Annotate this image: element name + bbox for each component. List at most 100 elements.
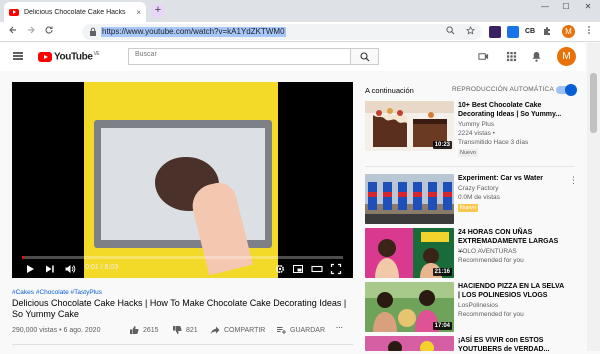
share-arrow-icon [211, 326, 220, 334]
video-views: Recommended for you [458, 311, 524, 318]
recommended-video[interactable]: Experiment: Car vs Water ⋮ Crazy Factory… [365, 174, 578, 224]
new-badge: Nuevo [458, 204, 478, 212]
extension-purple-icon[interactable] [489, 26, 501, 38]
video-title: Delicious Chocolate Cake Hacks | How To … [12, 298, 347, 319]
video-title: Experiment: Car vs Water [458, 175, 543, 182]
video-thumbnail[interactable] [365, 336, 454, 351]
video-title: 10+ Best Chocolate Cake Decorating Ideas… [458, 102, 562, 118]
url-text[interactable]: https://www.youtube.com/watch?v=kA1YdZKT… [101, 27, 286, 37]
save-label: GUARDAR [290, 326, 326, 334]
browser-profile-avatar[interactable]: M [562, 25, 575, 38]
play-icon[interactable] [24, 263, 36, 275]
channel-name[interactable]: Crazy Factory [458, 185, 498, 192]
youtube-logo-text[interactable]: YouTubeVE [54, 51, 100, 62]
channel-name[interactable]: YOLO AVENTURAS [458, 248, 517, 255]
theater-mode-icon[interactable] [311, 263, 323, 275]
window-maximize-button[interactable]: ☐ [556, 0, 576, 14]
scrollbar-thumb[interactable] [590, 73, 597, 133]
video-duration: 17:04 [432, 322, 452, 330]
save-playlist-icon [277, 327, 286, 334]
fullscreen-icon[interactable] [330, 263, 342, 275]
autoplay-toggle-knob [565, 84, 577, 96]
channel-name[interactable]: Yummy Plus [458, 121, 494, 128]
more-actions-button[interactable]: ··· [336, 325, 343, 332]
more-options-icon[interactable]: ⋮ [569, 176, 578, 185]
dislike-count: 821 [186, 326, 198, 334]
extension-cb-icon[interactable]: CB [524, 26, 536, 38]
new-badge: Nuevo [458, 149, 478, 157]
browser-menu-icon[interactable] [582, 25, 596, 39]
region-code: VE [93, 51, 100, 57]
video-title: HACIENDO PIZZA EN LA SELVA | LOS POLINES… [458, 283, 564, 299]
recommended-video[interactable]: 17:04 HACIENDO PIZZA EN LA SELVA | LOS P… [365, 282, 575, 332]
youtube-logo-icon[interactable] [38, 52, 52, 62]
player-controls: 0:01 / 6:03 [12, 260, 353, 278]
youtube-search-input[interactable] [135, 51, 335, 58]
youtube-search-box[interactable] [128, 48, 351, 65]
create-video-icon[interactable] [478, 51, 489, 62]
thumbs-down-icon [173, 326, 182, 334]
volume-icon[interactable] [64, 263, 76, 275]
lock-icon [90, 27, 96, 36]
reload-icon[interactable] [42, 25, 56, 39]
video-progress-fill [22, 256, 24, 259]
stream-info: Transmitido Hace 3 días [458, 139, 529, 146]
window-close-button[interactable]: ✕ [578, 0, 598, 14]
thumbs-up-icon [130, 326, 139, 334]
dislike-button[interactable]: 821 [172, 325, 198, 335]
video-thumbnail[interactable]: 21:16 [365, 228, 454, 278]
browser-tab-active[interactable]: Delicious Chocolate Cake Hacks × [4, 2, 146, 22]
video-thumbnail[interactable]: 17:04 [365, 282, 454, 332]
youtube-account-avatar[interactable]: M [557, 47, 576, 66]
video-player[interactable]: 0:01 / 6:03 [12, 82, 353, 278]
tab-close-button[interactable]: × [136, 8, 141, 17]
video-title: ¡ASÍ ES VIVIR con ESTOS YOUTUBERS de VER… [458, 337, 550, 353]
new-tab-button[interactable]: + [151, 4, 165, 18]
next-video-icon[interactable] [44, 263, 56, 275]
recommended-video[interactable]: ¡ASÍ ES VIVIR con ESTOS YOUTUBERS de VER… [365, 336, 575, 353]
search-icon[interactable] [446, 26, 455, 37]
video-views: Recommended for you [458, 257, 524, 264]
browser-toolbar: https://www.youtube.com/watch?v=kA1YdZKT… [0, 22, 600, 42]
video-thumbnail[interactable] [365, 174, 454, 224]
share-label: COMPARTIR [224, 326, 266, 334]
video-views-date: 290,000 vistas • 6 ago. 2020 [12, 327, 101, 334]
recommended-video[interactable]: 21:16 24 HORAS CON UÑAS EXTREMADAMENTE L… [365, 228, 575, 278]
autoplay-toggle[interactable] [556, 84, 577, 96]
extension-cast-icon[interactable] [507, 26, 519, 38]
video-hashtags[interactable]: #Cakes #Chocolate #TastyPlus [12, 289, 102, 296]
settings-gear-icon[interactable] [274, 263, 286, 275]
forward-arrow-icon[interactable] [24, 25, 38, 39]
window-minimize-button[interactable]: — [535, 0, 555, 14]
video-progress-bar[interactable] [22, 256, 343, 259]
video-thumbnail[interactable]: 10:23 [365, 101, 454, 151]
browser-titlebar: Delicious Chocolate Cake Hacks × + — ☐ ✕ [0, 0, 600, 22]
apps-grid-icon[interactable] [506, 51, 517, 62]
youtube-header: YouTubeVE M [0, 43, 585, 71]
video-views: 0.0M de vistas [458, 194, 500, 201]
page-scrollbar[interactable] [587, 43, 600, 351]
tab-title: Delicious Chocolate Cake Hacks [24, 8, 126, 16]
extension-puzzle-icon[interactable] [541, 26, 553, 38]
youtube-search-button[interactable] [351, 48, 379, 65]
autoplay-label: REPRODUCCIÓN AUTOMÁTICA [452, 86, 554, 93]
video-views: 2224 vistas • [458, 130, 495, 137]
miniplayer-icon[interactable] [292, 263, 304, 275]
up-next-heading: A continuación [365, 86, 414, 95]
save-button[interactable]: GUARDAR [276, 325, 325, 335]
back-arrow-icon[interactable] [6, 25, 20, 39]
like-count: 2615 [143, 326, 159, 334]
video-duration: 10:23 [432, 141, 452, 149]
hamburger-menu-icon[interactable] [13, 52, 23, 60]
notifications-bell-icon[interactable] [531, 51, 542, 62]
like-button[interactable]: 2615 [129, 325, 159, 335]
bookmark-star-icon[interactable] [465, 25, 476, 37]
divider [365, 166, 575, 167]
channel-name[interactable]: LosPolinesios [458, 302, 498, 309]
share-button[interactable]: COMPARTIR [210, 325, 265, 335]
recommended-video[interactable]: 10:23 10+ Best Chocolate Cake Decorating… [365, 101, 575, 161]
youtube-favicon-icon [9, 8, 19, 16]
video-time-display: 0:01 / 6:03 [85, 264, 119, 271]
address-bar[interactable]: https://www.youtube.com/watch?v=kA1YdZKT… [82, 24, 482, 40]
divider [12, 344, 353, 345]
